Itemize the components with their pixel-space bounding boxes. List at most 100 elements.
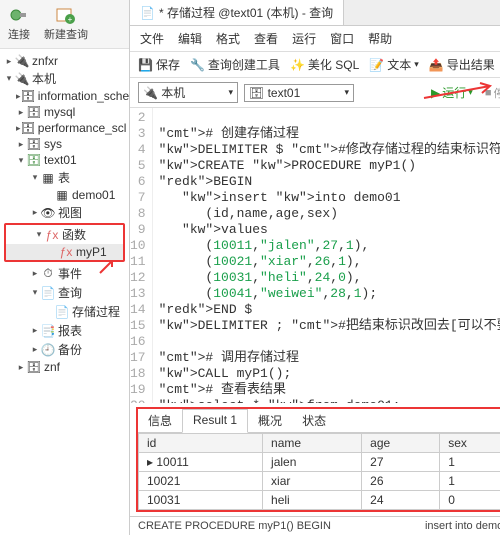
menu-run[interactable]: 运行 — [292, 30, 316, 47]
status-left: CREATE PROCEDURE myP1() BEGIN — [138, 520, 331, 532]
tab-result1[interactable]: Result 1 — [182, 409, 248, 433]
sql-editor[interactable]: 234567891011121314151617181920 "cmt"># 创… — [130, 108, 500, 403]
new-query-label: 新建查询 — [44, 26, 88, 42]
tree-item-local[interactable]: ▾🔌本机 — [2, 69, 127, 88]
tab-query[interactable]: 📄 * 存储过程 @text01 (本机) - 查询 — [130, 0, 344, 25]
cell[interactable]: 1 — [440, 472, 500, 491]
status-right: insert into demo01 — [425, 520, 500, 532]
tree-item-views[interactable]: ▸👁视图 — [2, 203, 127, 222]
beautify-button[interactable]: ✨美化 SQL — [290, 56, 359, 73]
table-row[interactable]: 10031heli240 — [139, 491, 500, 510]
stop-icon: ■ — [485, 87, 492, 99]
plug-icon — [8, 6, 30, 24]
tree-item-demo01[interactable]: ▦demo01 — [2, 187, 127, 203]
left-panel: 连接 + 新建查询 ▸🔌znfxr ▾🔌本机 ▸🗄information_sch… — [0, 0, 130, 535]
tree-item-mysql[interactable]: ▸🗄mysql — [2, 104, 127, 120]
tree-item-perf-schema[interactable]: ▸🗄performance_scl — [2, 120, 127, 136]
query-icon: 📄 — [140, 6, 155, 20]
tree-item-backup[interactable]: ▸🕘备份 — [2, 340, 127, 359]
tree-item-znfxr[interactable]: ▸🔌znfxr — [2, 53, 127, 69]
menu-window[interactable]: 窗口 — [330, 30, 354, 47]
menu-file[interactable]: 文件 — [140, 30, 164, 47]
tree-item-sys[interactable]: ▸🗄sys — [2, 136, 127, 152]
table-row[interactable]: ▸ 10011jalen271 — [139, 453, 500, 472]
result-panel: 信息 Result 1 概况 状态 idnameagesex ▸ 10011ja… — [136, 407, 500, 512]
cell[interactable]: 1 — [440, 453, 500, 472]
cell[interactable]: 27 — [362, 453, 440, 472]
cell[interactable]: 24 — [362, 491, 440, 510]
db-combo[interactable]: 🗄 text01▾ — [244, 84, 354, 102]
svg-text:+: + — [68, 15, 73, 24]
right-panel: 📄 * 存储过程 @text01 (本机) - 查询 文件 编辑 格式 查看 运… — [130, 0, 500, 535]
menu-view[interactable]: 查看 — [254, 30, 278, 47]
table-row[interactable]: 10021xiar261 — [139, 472, 500, 491]
connect-button[interactable]: 连接 — [8, 6, 30, 42]
cell[interactable]: ▸ 10011 — [139, 453, 263, 472]
connection-tree: ▸🔌znfxr ▾🔌本机 ▸🗄information_sche ▸🗄mysql … — [0, 49, 129, 535]
col-header[interactable]: id — [139, 434, 263, 453]
query-icon: 📄 — [54, 305, 70, 319]
col-header[interactable]: name — [263, 434, 362, 453]
db-icon: 🔌 — [14, 72, 30, 86]
database-icon: 🗄 — [26, 137, 42, 151]
export-icon: 📤 — [429, 58, 444, 72]
cell[interactable]: jalen — [263, 453, 362, 472]
view-icon: 👁 — [40, 206, 56, 220]
status-bar: CREATE PROCEDURE myP1() BEGIN insert int… — [130, 516, 500, 535]
host-combo[interactable]: 🔌 本机▾ — [138, 82, 238, 103]
main-toolbar: 连接 + 新建查询 — [0, 0, 129, 49]
tab-title: * 存储过程 @text01 (本机) - 查询 — [159, 4, 333, 21]
tree-item-queries[interactable]: ▾📄查询 — [2, 283, 127, 302]
result-table[interactable]: idnameagesex ▸ 10011jalen27110021xiar261… — [138, 433, 500, 510]
cell[interactable]: 10031 — [139, 491, 263, 510]
cell[interactable]: 26 — [362, 472, 440, 491]
tab-overview[interactable]: 概况 — [248, 409, 292, 432]
menu-bar: 文件 编辑 格式 查看 运行 窗口 帮助 — [130, 26, 500, 52]
table-icon: ▦ — [40, 171, 56, 185]
connect-label: 连接 — [8, 26, 30, 42]
menu-edit[interactable]: 编辑 — [178, 30, 202, 47]
tree-item-functions[interactable]: ▾ƒx函数 — [6, 225, 123, 244]
cell[interactable]: heli — [263, 491, 362, 510]
tree-item-tables[interactable]: ▾▦表 — [2, 168, 127, 187]
new-query-icon: + — [55, 6, 77, 24]
menu-format[interactable]: 格式 — [216, 30, 240, 47]
tree-item-reports[interactable]: ▸📑报表 — [2, 321, 127, 340]
cell[interactable]: xiar — [263, 472, 362, 491]
tree-item-text01[interactable]: ▾🗄text01 — [2, 152, 127, 168]
save-button[interactable]: 💾保存 — [138, 56, 180, 73]
database-icon: 🗄 — [26, 360, 42, 374]
event-icon: ⏱ — [40, 266, 56, 281]
table-icon: ▦ — [54, 188, 70, 202]
tab-info[interactable]: 信息 — [138, 409, 182, 432]
code-area[interactable]: "cmt"># 创建存储过程 "kw">DELIMITER $ "cmt">#修… — [153, 108, 500, 403]
db-icon: 🔌 — [14, 54, 30, 68]
col-header[interactable]: age — [362, 434, 440, 453]
builder-icon: 🔧 — [190, 58, 205, 72]
new-query-button[interactable]: + 新建查询 — [44, 6, 88, 42]
editor-tabs: 📄 * 存储过程 @text01 (本机) - 查询 — [130, 0, 500, 26]
editor-toolbar: 💾保存 🔧查询创建工具 ✨美化 SQL 📝文本▾ 📤导出结果 — [130, 52, 500, 78]
tree-item-info-schema[interactable]: ▸🗄information_sche — [2, 88, 127, 104]
col-header[interactable]: sex — [440, 434, 500, 453]
database-icon: 🗄 — [26, 153, 42, 167]
cell[interactable]: 0 — [440, 491, 500, 510]
text-button[interactable]: 📝文本▾ — [369, 56, 419, 73]
tab-status[interactable]: 状态 — [292, 409, 336, 432]
database-icon: 🗄 — [21, 121, 36, 135]
database-icon: 🗄 — [21, 89, 36, 103]
export-button[interactable]: 📤导出结果 — [429, 56, 495, 73]
result-tabs: 信息 Result 1 概况 状态 — [138, 409, 500, 433]
save-icon: 💾 — [138, 58, 153, 72]
report-icon: 📑 — [40, 324, 56, 338]
run-button[interactable]: ▶运行▾ — [431, 84, 473, 101]
builder-button[interactable]: 🔧查询创建工具 — [190, 56, 280, 73]
text-icon: 📝 — [369, 58, 384, 72]
tree-item-znf[interactable]: ▸🗄znf — [2, 359, 127, 375]
query-icon: 📄 — [40, 286, 56, 300]
menu-help[interactable]: 帮助 — [368, 30, 392, 47]
cell[interactable]: 10021 — [139, 472, 263, 491]
tree-item-stored-proc[interactable]: 📄存储过程 — [2, 302, 127, 321]
line-gutter: 234567891011121314151617181920 — [130, 108, 153, 403]
backup-icon: 🕘 — [40, 343, 56, 357]
